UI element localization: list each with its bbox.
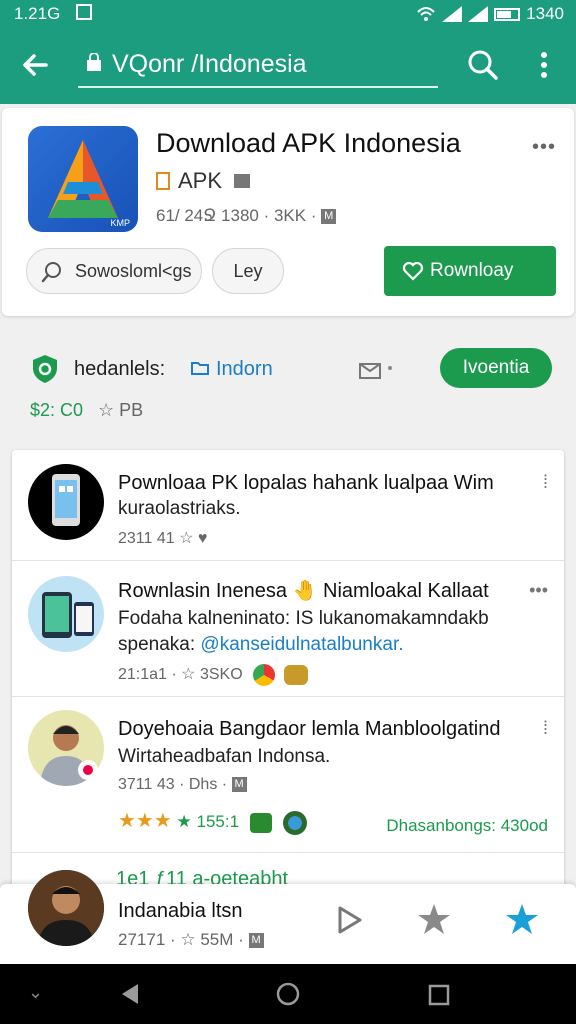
more-horiz-icon[interactable]: ••• bbox=[529, 580, 548, 601]
extra-rating: ★ 155:1 bbox=[176, 812, 240, 831]
phone-thumbnail bbox=[28, 464, 104, 540]
download-button-label: Rownloay bbox=[430, 260, 514, 281]
app-meta: 61/ 24Ջ 1380 · 3KK · M bbox=[156, 206, 337, 226]
status-time-right: 1340 bbox=[526, 4, 564, 23]
image-notification-icon bbox=[76, 4, 92, 20]
wifi-icon bbox=[417, 7, 435, 21]
search-icon bbox=[41, 262, 61, 283]
phones-thumbnail bbox=[28, 576, 104, 652]
item-meta-text: 3711 43 · Dhs · bbox=[118, 776, 228, 793]
star-icon[interactable] bbox=[416, 902, 452, 938]
message-icon[interactable] bbox=[358, 360, 394, 380]
download-button[interactable]: Rownloay bbox=[384, 246, 556, 296]
developer-section: hedanlels: Indorn Ivoentia $2: C0 ☆ PB bbox=[0, 336, 576, 436]
item-meta: 2311 41 ☆ ♥ bbox=[118, 528, 207, 548]
nav-recent-icon[interactable] bbox=[428, 984, 450, 1006]
item-title: Pownloaa PK lopalas hahank lualpaa Wim bbox=[118, 472, 494, 494]
app-meta-text: 61/ 24Ջ 1380 · 3KK · bbox=[156, 206, 317, 225]
game-icon bbox=[283, 665, 308, 685]
more-vert-icon[interactable]: ⁞ bbox=[543, 718, 548, 739]
signal-icon-2 bbox=[468, 6, 489, 22]
bottom-meta-text: 27171 · ☆ 55M · bbox=[118, 930, 244, 949]
status-icons: 1340 bbox=[416, 4, 564, 24]
item-desc: Wirtaheadbafan Indonsa. bbox=[118, 746, 331, 767]
top-app-bar: VQonr /Indonesia bbox=[0, 28, 576, 104]
url-text: VQonr /Indonesia bbox=[112, 50, 307, 78]
app-meta-badge: M bbox=[321, 209, 337, 225]
search-chip[interactable]: Sowosloml<gs bbox=[26, 248, 202, 294]
bottom-meta: 27171 · ☆ 55M · M bbox=[118, 930, 264, 950]
apk-file-icon bbox=[156, 172, 170, 190]
globe-icon bbox=[282, 810, 307, 835]
item-desc-link[interactable]: @kanseidulnatalbunkar. bbox=[200, 634, 403, 655]
nav-home-icon[interactable] bbox=[276, 982, 300, 1006]
app-logo-tag: KMP bbox=[110, 218, 130, 228]
status-bar: 1.21G 1340 bbox=[0, 0, 576, 28]
app-title: Download APK Indonesia bbox=[156, 128, 461, 158]
item-desc-prefix: spenaka: bbox=[118, 634, 196, 655]
bottom-title: Indanabia ltsn bbox=[118, 900, 243, 922]
item-meta-text: 21:1a1 · ☆ 3SKO bbox=[118, 666, 243, 684]
search-icon[interactable] bbox=[466, 48, 500, 82]
apk-label: APK bbox=[178, 168, 223, 193]
item-meta: 3711 43 · Dhs · M bbox=[118, 776, 247, 794]
person-avatar bbox=[28, 710, 104, 786]
app-header-card: KMP Download APK Indonesia APK 61/ 24Ջ 1… bbox=[2, 108, 574, 316]
developer-link[interactable]: Indorn bbox=[216, 358, 273, 381]
item-title-text: Rownlasin Inenesa bbox=[118, 580, 287, 602]
status-time-left: 1.21G bbox=[14, 4, 61, 23]
item-meta: 21:1a1 · ☆ 3SKO bbox=[118, 664, 308, 686]
battery-icon bbox=[494, 7, 521, 21]
lock-icon bbox=[87, 53, 101, 71]
secondary-chip[interactable]: Ley bbox=[212, 248, 284, 294]
shield-icon bbox=[33, 355, 57, 383]
back-arrow-icon[interactable] bbox=[18, 48, 52, 82]
star-icon: ☆ bbox=[179, 530, 198, 547]
active-star-icon[interactable] bbox=[504, 902, 540, 938]
emoji-icon: 🤚 bbox=[292, 580, 318, 602]
item-rating-row: ★★★ ★ 155:1 bbox=[118, 808, 307, 835]
chrome-icon bbox=[253, 664, 276, 686]
more-horiz-icon[interactable]: ••• bbox=[532, 136, 556, 159]
list-item[interactable]: Pownloaa PK lopalas hahank lualpaa Wim k… bbox=[12, 450, 564, 561]
heart-icon: ♥ bbox=[197, 530, 208, 547]
list-item[interactable]: Rownlasin Inenesa 🤚 Niamloakal Kallaat F… bbox=[12, 560, 564, 697]
heart-icon bbox=[402, 261, 424, 281]
nav-back-icon[interactable] bbox=[118, 982, 142, 1006]
item-right-note: Dhasanbongs: 430od bbox=[386, 816, 548, 835]
developer-name: hedanlels: bbox=[74, 358, 166, 380]
item-meta-badge: M bbox=[231, 777, 247, 793]
list-item[interactable]: Doyehoaia Bangdaor lemla Manbloolgatind … bbox=[12, 696, 564, 853]
chevron-down-icon[interactable]: ⌄ bbox=[28, 982, 43, 1003]
tag-icon bbox=[234, 174, 251, 188]
search-chip-label: Sowosloml<gs bbox=[75, 261, 192, 281]
result-list: Pownloaa PK lopalas hahank lualpaa Wim k… bbox=[12, 450, 564, 930]
item-title: Rownlasin Inenesa 🤚 Niamloakal Kallaat bbox=[118, 578, 489, 604]
bottom-card[interactable]: Indanabia ltsn 27171 · ☆ 55M · M bbox=[0, 870, 576, 964]
star-rating: ★★★ bbox=[118, 810, 172, 832]
person-avatar bbox=[28, 870, 104, 946]
more-vert-icon[interactable] bbox=[532, 48, 556, 82]
item-meta-text: 2311 41 bbox=[118, 530, 175, 547]
play-icon[interactable] bbox=[332, 902, 368, 938]
item-title: Doyehoaia Bangdaor lemla Manbloolgatind bbox=[118, 718, 501, 740]
folder-icon bbox=[191, 362, 209, 375]
system-nav-bar: ⌄ bbox=[0, 964, 576, 1024]
rating-text: ☆ PB bbox=[98, 400, 144, 420]
more-vert-icon[interactable]: ⁞ bbox=[543, 472, 548, 493]
bottom-meta-badge: M bbox=[248, 933, 264, 949]
item-desc: Fodaha kalneninato: IS lukanomakamndakb bbox=[118, 608, 489, 629]
install-pill-button[interactable]: Ivoentia bbox=[440, 348, 552, 388]
app-subtitle: APK bbox=[156, 168, 251, 194]
item-title-suffix: Niamloakal Kallaat bbox=[323, 580, 489, 602]
leaf-icon bbox=[249, 812, 272, 833]
app-logo: KMP bbox=[28, 126, 138, 232]
item-desc-2: spenaka: @kanseidulnatalbunkar. bbox=[118, 632, 404, 658]
signal-icon bbox=[442, 6, 463, 22]
url-field[interactable]: VQonr /Indonesia bbox=[78, 42, 438, 88]
price-text: $2: C0 bbox=[30, 400, 84, 420]
item-desc: kuraolastriaks. bbox=[118, 498, 241, 519]
